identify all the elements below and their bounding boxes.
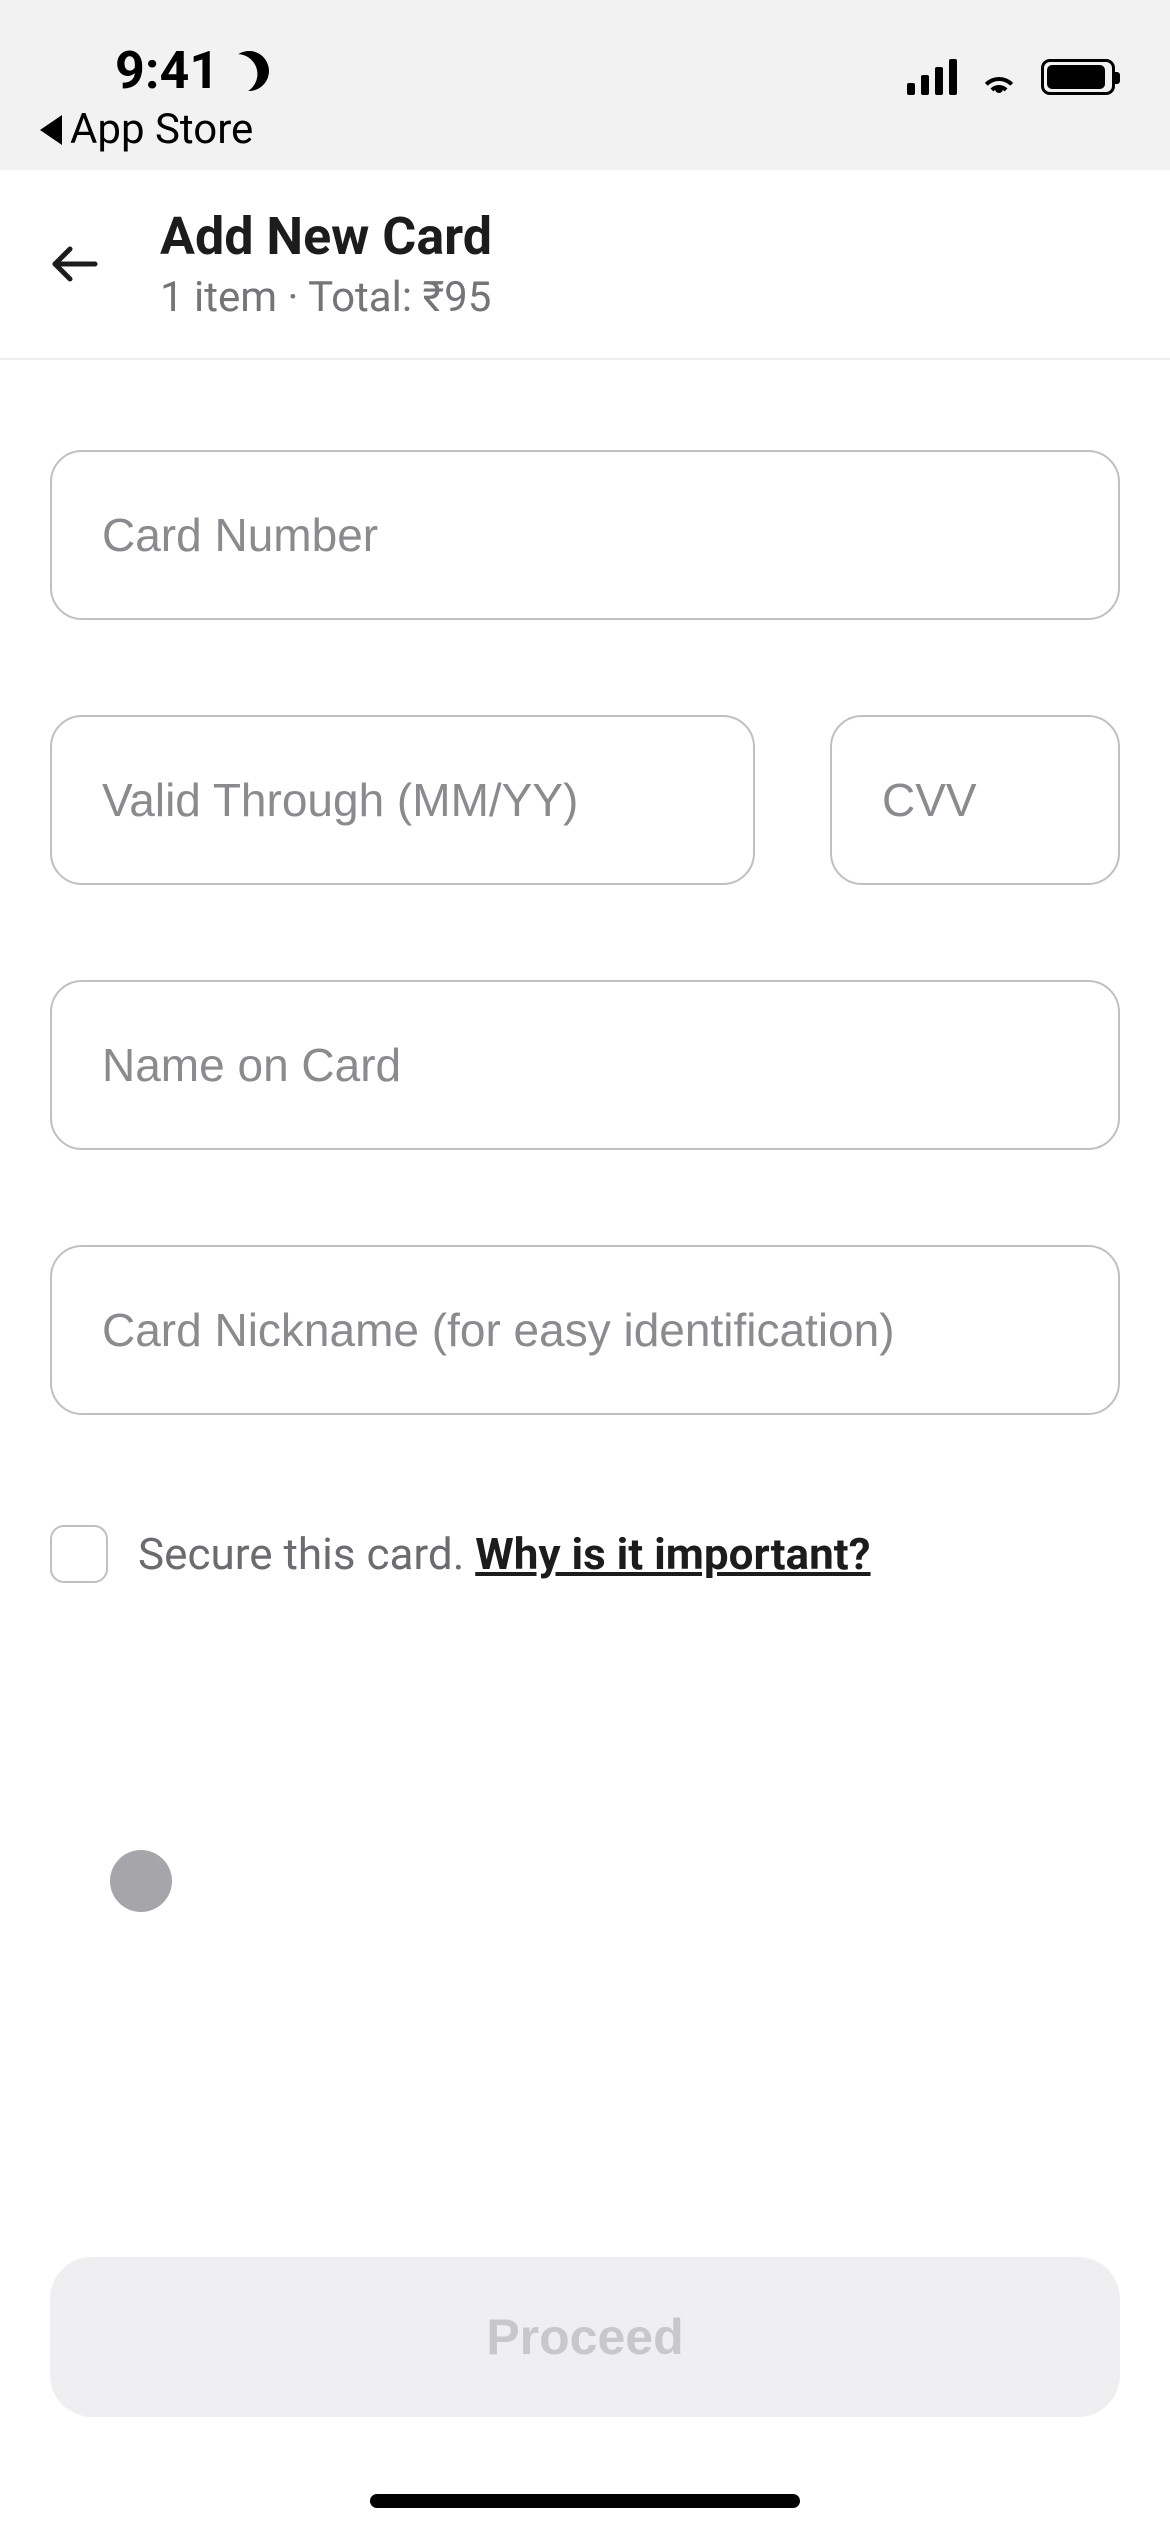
name-on-card-input[interactable] [50,980,1120,1150]
status-right [907,55,1115,99]
battery-icon [1041,59,1115,95]
back-triangle-icon [40,115,62,145]
dnd-moon-icon [225,46,274,95]
secure-card-row: Secure this card. Why is it important? [50,1525,1120,1583]
cvv-input[interactable] [830,715,1120,885]
back-to-app[interactable]: App Store [40,105,253,154]
card-form: Secure this card. Why is it important? [0,360,1170,1583]
proceed-button[interactable]: Proceed [50,2257,1120,2417]
page-subtitle: 1 item · Total: ₹95 [160,273,492,322]
why-important-link[interactable]: Why is it important? [475,1528,870,1580]
valid-through-input[interactable] [50,715,755,885]
page-title: Add New Card [160,206,492,267]
home-indicator [370,2494,800,2508]
card-nickname-input[interactable] [50,1245,1120,1415]
cellular-icon [907,59,957,95]
wifi-icon [977,55,1021,99]
page-header: Add New Card 1 item · Total: ₹95 [0,170,1170,360]
back-button[interactable] [45,234,105,294]
decorative-dot [110,1850,172,1912]
card-number-input[interactable] [50,450,1120,620]
secure-card-checkbox[interactable] [50,1525,108,1583]
time-text: 9:41 [115,40,219,101]
status-time: 9:41 [115,40,269,101]
back-app-label: App Store [70,105,253,154]
status-bar: 9:41 App Store [0,0,1170,170]
proceed-label: Proceed [486,2308,683,2366]
secure-card-label: Secure this card. [138,1528,475,1580]
arrow-left-icon [45,234,105,294]
